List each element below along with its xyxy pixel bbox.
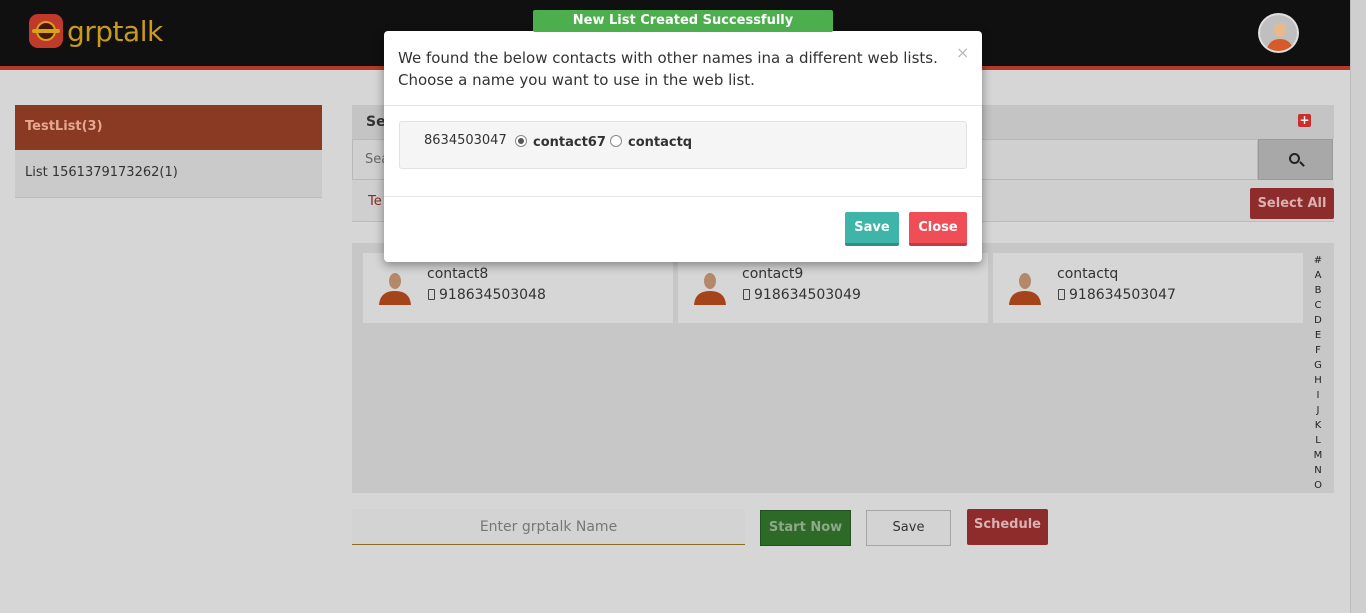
contact-avatar-icon	[1009, 273, 1041, 305]
add-contact-icon[interactable]: +	[1298, 114, 1311, 127]
option-label[interactable]: contactq	[628, 135, 692, 150]
page-scrollbar[interactable]	[1350, 0, 1366, 613]
contact-name: contact8	[427, 266, 489, 282]
close-icon[interactable]: ×	[956, 43, 969, 62]
alpha-letter[interactable]: E	[1312, 328, 1324, 343]
phone-icon	[743, 289, 750, 300]
duplicate-contacts-modal: We found the below contacts with other n…	[384, 31, 982, 262]
phone-icon	[1058, 289, 1065, 300]
radio-contact67[interactable]	[515, 135, 527, 147]
sidebar-list-testlist[interactable]: TestList(3)	[15, 105, 322, 150]
alpha-letter[interactable]: C	[1312, 298, 1324, 313]
schedule-button[interactable]: Schedule	[967, 509, 1048, 545]
alpha-letter[interactable]: B	[1312, 283, 1324, 298]
alpha-letter[interactable]: O	[1312, 478, 1324, 493]
alpha-letter[interactable]: J	[1312, 403, 1324, 418]
logo-icon	[29, 14, 63, 48]
modal-close-button[interactable]: Close	[909, 212, 967, 246]
contact-name: contact9	[742, 266, 804, 282]
tab-active[interactable]: Te	[368, 194, 382, 209]
alpha-letter[interactable]: G	[1312, 358, 1324, 373]
panel-title: Se	[366, 114, 386, 130]
modal-title: We found the below contacts with other n…	[398, 47, 943, 91]
contact-phone: 918634503049	[754, 287, 861, 303]
modal-title-line1: We found the below contacts with other n…	[398, 49, 938, 67]
grptalk-name-input[interactable]: Enter grptalk Name	[352, 509, 745, 545]
alpha-letter[interactable]: I	[1312, 388, 1324, 403]
modal-save-button[interactable]: Save	[845, 212, 899, 246]
alpha-letter[interactable]: L	[1312, 433, 1324, 448]
contact-name: contactq	[1057, 266, 1119, 282]
app-logo[interactable]: grptalk	[29, 14, 163, 48]
alpha-letter[interactable]: #	[1312, 253, 1324, 268]
contact-phone: 918634503048	[439, 287, 546, 303]
logo-text: grptalk	[67, 14, 163, 48]
user-avatar[interactable]	[1258, 13, 1299, 53]
alpha-letter[interactable]: K	[1312, 418, 1324, 433]
sidebar-list-item[interactable]: List 1561379173262(1)	[15, 150, 322, 198]
alpha-letter[interactable]: A	[1312, 268, 1324, 283]
modal-title-line2: Choose a name you want to use in the web…	[398, 71, 755, 89]
alpha-letter[interactable]: D	[1312, 313, 1324, 328]
save-button[interactable]: Save	[866, 510, 951, 546]
contact-card[interactable]: contact8 918634503048	[363, 253, 673, 323]
start-now-button[interactable]: Start Now	[760, 510, 851, 546]
select-all-button[interactable]: Select All	[1250, 188, 1334, 219]
contact-card[interactable]: contact9 918634503049	[678, 253, 988, 323]
contact-card[interactable]: contactq 918634503047	[993, 253, 1303, 323]
alpha-letter[interactable]: F	[1312, 343, 1324, 358]
contact-number: 8634503047	[424, 133, 507, 148]
search-button[interactable]	[1258, 139, 1333, 180]
alpha-letter[interactable]: M	[1312, 448, 1324, 463]
alphabet-index: # A B C D E F G H I J K L M N O	[1312, 253, 1324, 493]
contact-avatar-icon	[379, 273, 411, 305]
contact-phone: 918634503047	[1069, 287, 1176, 303]
modal-divider	[384, 105, 982, 106]
option-label[interactable]: contact67	[533, 135, 606, 150]
phone-icon	[428, 289, 435, 300]
contact-choice-row: 8634503047 contact67 contactq	[399, 121, 967, 169]
modal-divider	[384, 196, 982, 197]
radio-contactq[interactable]	[610, 135, 622, 147]
contact-avatar-icon	[694, 273, 726, 305]
success-toast: New List Created Successfully	[533, 10, 833, 32]
alpha-letter[interactable]: N	[1312, 463, 1324, 478]
alpha-letter[interactable]: H	[1312, 373, 1324, 388]
